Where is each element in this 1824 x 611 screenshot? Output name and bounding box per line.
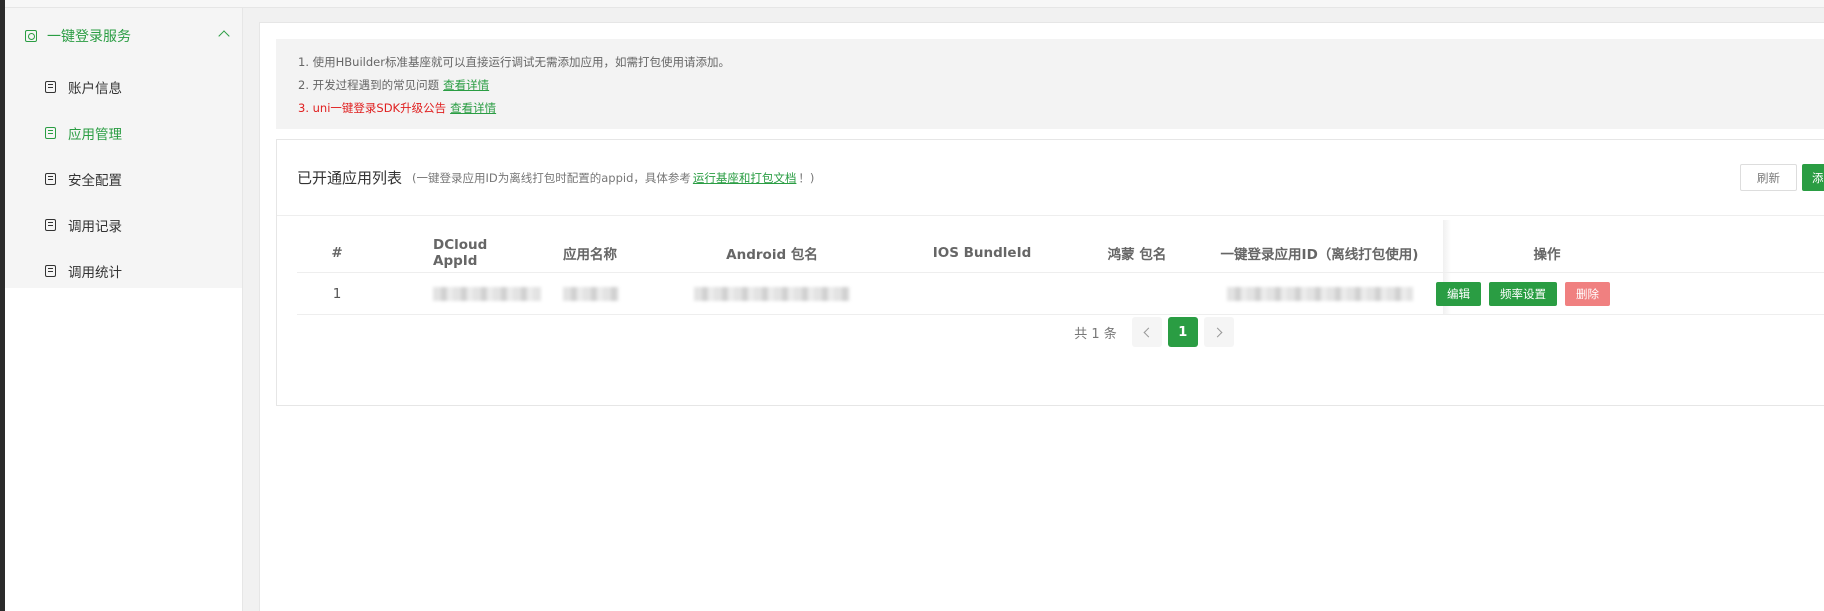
main-panel: 1. 使用HBuilder标准基座就可以直接运行调试无需添加应用，如需打包使用请… (259, 22, 1824, 611)
notice-box: 1. 使用HBuilder标准基座就可以直接运行调试无需添加应用，如需打包使用请… (276, 39, 1824, 129)
document-icon (45, 81, 56, 93)
row-operations: 编辑 频率设置 删除 (1432, 281, 1662, 306)
chevron-right-icon (1212, 327, 1223, 337)
sidebar-item-account[interactable]: 账户信息 (5, 64, 242, 110)
sidebar-group-login-service: 一键登录服务 账户信息 应用管理 安全配置 调用记录 调用统计 (5, 8, 242, 288)
card-subtitle-suffix: ！) (798, 170, 815, 185)
row-index: 1 (332, 285, 342, 302)
chevron-left-icon (1143, 327, 1154, 337)
page-number-current[interactable]: 1 (1167, 317, 1198, 347)
refresh-button[interactable]: 刷新 (1740, 164, 1797, 191)
notice-line-3: 3. uni一键登录SDK升级公告 查看详情 (298, 97, 1824, 120)
prev-page-button[interactable] (1131, 317, 1162, 347)
notice-line-1: 1. 使用HBuilder标准基座就可以直接运行调试无需添加应用，如需打包使用请… (298, 55, 730, 69)
col-header-android: Android 包名 (726, 247, 818, 263)
service-icon (25, 30, 37, 42)
app-table: # DCloud AppId 应用名称 Android 包名 IOS Bundl… (297, 220, 1824, 315)
sidebar-group-label: 一键登录服务 (47, 29, 131, 45)
col-header-ios: IOS BundleId (932, 245, 1032, 261)
col-header-harmony: 鸿蒙 包名 (1107, 247, 1167, 263)
col-header-operations: 操作 (1533, 247, 1561, 263)
sidebar-item-label: 应用管理 (68, 127, 122, 143)
pagination-total: 共 1 条 (1074, 326, 1117, 342)
chevron-up-icon[interactable] (218, 30, 230, 42)
row-appid-redacted (377, 286, 541, 302)
sidebar-item-security[interactable]: 安全配置 (5, 156, 242, 202)
card-title: 已开通应用列表 (297, 169, 403, 187)
document-icon (45, 265, 56, 277)
col-header-login-appid: 一键登录应用ID（离线打包使用) (1220, 247, 1419, 263)
app-list-card: 已开通应用列表 (一键登录应用ID为离线打包时配置的appid，具体参考 运行基座… (276, 139, 1824, 406)
row-app-name-redacted (527, 286, 647, 302)
sidebar-item-call-records[interactable]: 调用记录 (5, 202, 242, 248)
faq-details-link[interactable]: 查看详情 (443, 78, 489, 92)
next-page-button[interactable] (1203, 317, 1234, 347)
card-subtitle-prefix: (一键登录应用ID为离线打包时配置的appid，具体参考 (412, 170, 691, 185)
top-bar (5, 0, 1824, 8)
sidebar-item-call-stats[interactable]: 调用统计 (5, 248, 242, 294)
col-header-app-name: 应用名称 (563, 247, 617, 263)
col-header-appid: DCloud AppId (433, 237, 488, 269)
sidebar-item-label: 调用统计 (68, 265, 122, 281)
sidebar: 一键登录服务 账户信息 应用管理 安全配置 调用记录 调用统计 (5, 8, 243, 611)
document-icon (45, 127, 56, 139)
sidebar-item-label: 账户信息 (68, 81, 122, 97)
sidebar-group-header[interactable]: 一键登录服务 (5, 8, 242, 64)
col-header-index: # (331, 245, 343, 261)
notice-line-3-text: 3. uni一键登录SDK升级公告 (298, 101, 447, 115)
document-icon (45, 219, 56, 231)
row-login-appid-redacted (1207, 286, 1432, 302)
edit-button[interactable]: 编辑 (1436, 281, 1481, 306)
card-header: 已开通应用列表 (一键登录应用ID为离线打包时配置的appid，具体参考 运行基座… (277, 140, 1824, 216)
table-row: 1 编辑 频率设置 删除 (297, 273, 1824, 315)
sidebar-item-label: 调用记录 (68, 219, 122, 235)
packaging-doc-link[interactable]: 运行基座和打包文档 (693, 171, 797, 185)
document-icon (45, 173, 56, 185)
row-android-redacted (647, 286, 897, 302)
notice-line-2: 2. 开发过程遇到的常见问题 查看详情 (298, 74, 1824, 97)
sdk-upgrade-details-link[interactable]: 查看详情 (450, 101, 496, 115)
sidebar-item-app-management[interactable]: 应用管理 (5, 110, 242, 156)
add-button[interactable]: 添 (1802, 164, 1824, 191)
sidebar-item-label: 安全配置 (68, 173, 122, 189)
pagination: 共 1 条 1 (277, 317, 1824, 347)
card-subtitle: (一键登录应用ID为离线打包时配置的appid，具体参考 运行基座和打包文档！) (412, 170, 814, 186)
rate-settings-button[interactable]: 频率设置 (1489, 281, 1557, 306)
table-header: # DCloud AppId 应用名称 Android 包名 IOS Bundl… (297, 234, 1824, 273)
delete-button[interactable]: 删除 (1565, 281, 1610, 306)
notice-line-2-text: 2. 开发过程遇到的常见问题 (298, 78, 440, 92)
